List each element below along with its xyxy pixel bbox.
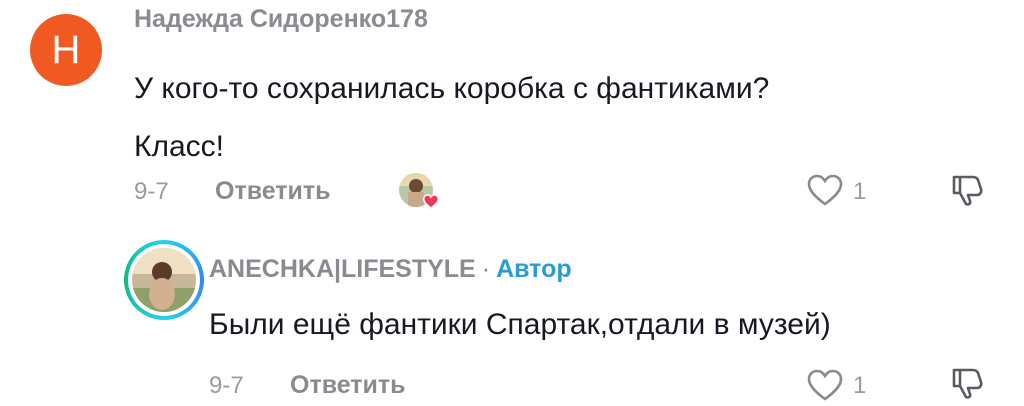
reply-like-count: 1 [853, 372, 867, 399]
reply-avatar[interactable] [124, 240, 204, 320]
reply-like-heart-icon[interactable] [806, 368, 844, 402]
reply-author-line: ANECHKA|LIFESTYLE · Автор [209, 255, 572, 284]
like-heart-icon[interactable] [806, 173, 844, 207]
like-count: 1 [853, 178, 867, 205]
comment-author-name[interactable]: Надежда Сидоренко178 [134, 5, 428, 34]
comment-text-line-2: Класс! [134, 130, 224, 163]
reply-text: Были ещё фантики Спартак,отдали в музей) [209, 308, 831, 341]
reply-dislike-icon[interactable] [946, 364, 984, 402]
avatar[interactable]: Н [30, 14, 102, 86]
comment-text-line-1: У кого-то сохранилась коробка с фантикам… [134, 72, 770, 105]
comment-text: У кого-то сохранилась коробка с фантикам… [134, 60, 994, 176]
reply-author-name[interactable]: ANECHKA|LIFESTYLE [209, 255, 476, 283]
creator-liked-icon [398, 172, 440, 209]
reply-reply-button[interactable]: Ответить [290, 371, 406, 400]
avatar-initial: Н [51, 27, 81, 72]
dislike-icon[interactable] [946, 171, 984, 209]
reply-date: 9-7 [209, 372, 244, 399]
separator: · [481, 255, 491, 283]
comment-date: 9-7 [134, 178, 169, 205]
reply-button[interactable]: Ответить [215, 177, 331, 206]
author-badge: Автор [496, 255, 572, 283]
